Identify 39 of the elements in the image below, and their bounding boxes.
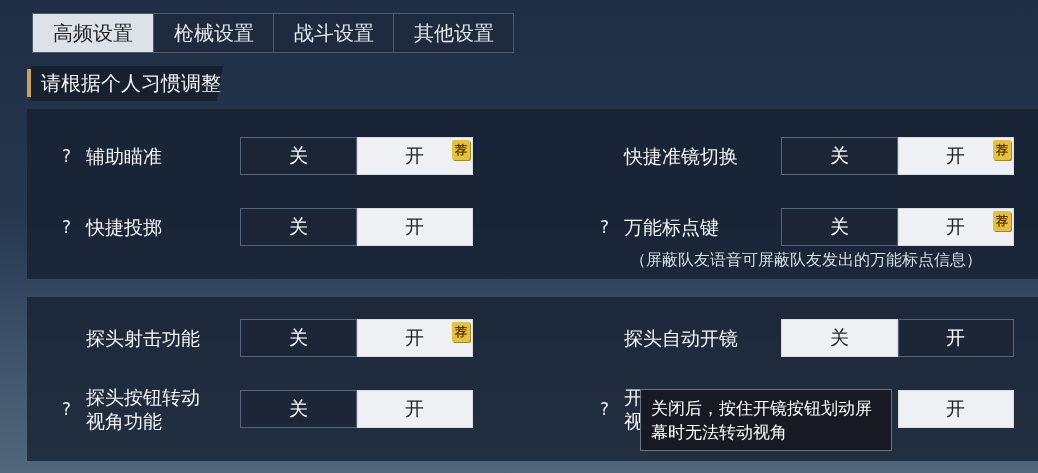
settings-tab[interactable]: 战斗设置 [273,14,393,52]
help-icon[interactable]: ? [62,146,72,166]
tooltip: 关闭后，按住开镜按钮划动屏幕时无法转动视角 [640,389,892,451]
switch-option[interactable]: 开 荐 [897,208,1014,246]
switch-option[interactable]: 关 [240,137,357,175]
setting-label: 万能标点键 [624,215,719,239]
recommended-badge: 荐 [452,140,470,160]
setting-note: （屏蔽队友语音可屏蔽队友发出的万能标点信息） [629,250,983,271]
recommended-badge: 荐 [993,140,1011,160]
switch-option[interactable]: 关 [240,208,357,246]
setting-label: 探头按钮转动视角功能 [86,385,201,433]
help-icon[interactable]: ? [600,399,610,419]
setting-label: 辅助瞄准 [86,144,162,168]
help-icon[interactable]: ? [62,217,72,237]
switch-option[interactable]: 开 荐 [356,319,473,357]
switch-option[interactable]: 关 [781,319,898,357]
settings-tab[interactable]: 枪械设置 [153,14,273,52]
switch-option[interactable]: 关 [781,137,898,175]
recommended-badge: 荐 [452,322,470,342]
recommended-badge: 荐 [993,211,1011,231]
setting-label: 快捷准镜切换 [624,144,738,168]
switch-option[interactable]: 开 [897,390,1014,428]
settings-tab[interactable]: 其他设置 [393,14,513,52]
help-icon[interactable]: ? [600,217,610,237]
switch-option[interactable]: 开 [356,390,473,428]
switch-option[interactable]: 开 [897,319,1014,357]
switch-option[interactable]: 开 荐 [356,137,473,175]
settings-tab[interactable]: 高频设置 [33,14,153,52]
setting-label: 快捷投掷 [86,215,162,239]
setting-label: 探头射击功能 [86,326,200,350]
switch-option[interactable]: 关 [240,390,357,428]
switch-option[interactable]: 关 [781,208,898,246]
switch-option[interactable]: 开 荐 [897,137,1014,175]
switch-option[interactable]: 开 [356,208,473,246]
setting-label: 开视 [624,385,643,433]
accent-bar [27,69,31,97]
help-icon[interactable]: ? [62,399,72,419]
setting-label: 探头自动开镜 [624,326,738,350]
switch-option[interactable]: 关 [240,319,357,357]
